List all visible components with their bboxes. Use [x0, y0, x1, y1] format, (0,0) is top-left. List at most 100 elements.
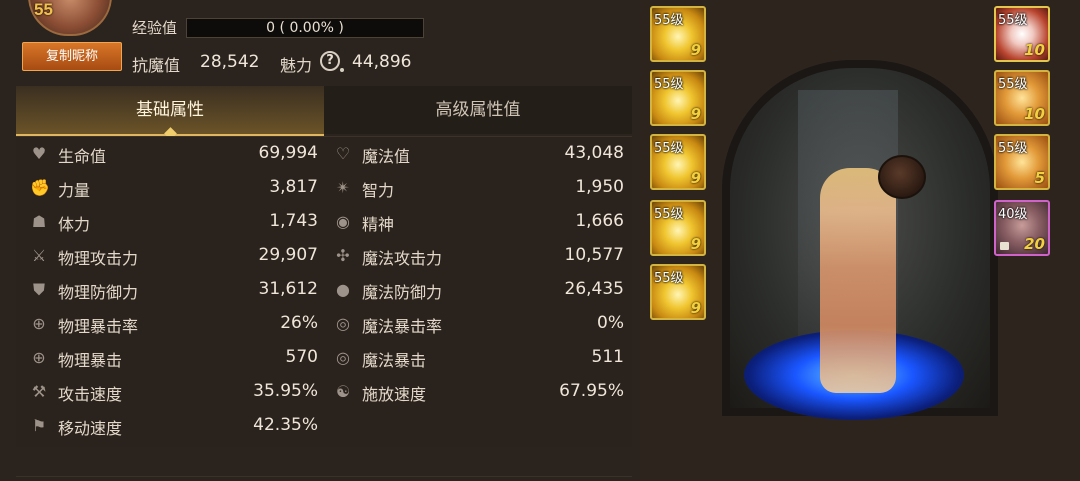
body-icon: ☗ — [31, 212, 47, 231]
fist-icon: ✊ — [30, 178, 50, 197]
item-level: 55级 — [654, 13, 684, 28]
equipment-slot[interactable]: 55级 9 — [650, 70, 706, 126]
stat-magic-defense: ● 魔法防御力 26,435 — [320, 273, 624, 307]
equipment-slot[interactable]: 55级 10 — [994, 70, 1050, 126]
stat-value: 26,435 — [564, 279, 624, 299]
stat-label: 施放速度 — [362, 385, 427, 404]
stat-value: 1,743 — [269, 211, 318, 231]
shield-icon: ⛊ — [32, 280, 45, 299]
stat-value: 10,577 — [564, 245, 624, 265]
item-level: 40级 — [998, 207, 1028, 222]
help-dot-icon — [340, 68, 344, 72]
stat-move-speed: ⚑ 移动速度 42.35% — [16, 409, 318, 443]
equipment-slot[interactable]: 55级 9 — [650, 6, 706, 62]
item-level: 55级 — [654, 207, 684, 222]
character-preview-panel: 55级 9 55级 9 55级 9 55级 9 55级 9 55级 10 55级… — [640, 0, 1080, 481]
equipment-slot[interactable]: 40级 20 — [994, 200, 1050, 256]
tab-advanced-stats[interactable]: 高级属性值 — [324, 86, 632, 134]
item-enhance: 9 — [690, 235, 701, 253]
charm-label: 魅力 — [280, 56, 313, 75]
item-level: 55级 — [654, 141, 684, 156]
pet-companion[interactable] — [878, 155, 926, 199]
stat-vitality: ☗ 体力 1,743 — [16, 205, 318, 239]
stat-label: 魔法防御力 — [362, 283, 443, 302]
stat-physical-crit: ⊕ 物理暴击 570 — [16, 341, 318, 375]
equipment-slot[interactable]: 55级 5 — [994, 134, 1050, 190]
stat-hp: ♥ 生命值 69,994 — [16, 137, 318, 171]
heart-outline-icon: ♡ — [335, 144, 351, 163]
item-enhance: 5 — [1034, 169, 1045, 187]
cast-speed-icon: ☯ — [335, 382, 351, 401]
stat-physical-attack: ⚔ 物理攻击力 29,907 — [16, 239, 318, 273]
stat-label: 魔法攻击力 — [362, 249, 443, 268]
item-enhance: 10 — [1024, 41, 1045, 59]
stat-label: 精神 — [362, 215, 395, 234]
copy-nickname-button[interactable]: 复制昵称 — [22, 42, 122, 71]
item-level: 55级 — [998, 77, 1028, 92]
help-icon[interactable]: ? — [320, 51, 340, 71]
stat-value: 0% — [597, 313, 624, 333]
stat-label: 攻击速度 — [58, 385, 123, 404]
stat-attack-speed: ⚒ 攻击速度 35.95% — [16, 375, 318, 409]
stat-label: 物理攻击力 — [58, 249, 139, 268]
stat-magic-attack: ✣ 魔法攻击力 10,577 — [320, 239, 624, 273]
stats-tabs: 基础属性 高级属性值 — [16, 86, 632, 136]
crosshair-icon: ⊕ — [32, 314, 46, 333]
stat-value: 570 — [285, 347, 318, 367]
charm-value: 44,896 — [352, 52, 412, 72]
equipment-slot[interactable]: 55级 9 — [650, 200, 706, 256]
stat-value: 35.95% — [253, 381, 318, 401]
heart-icon: ♥ — [31, 144, 47, 163]
magic-attack-icon: ✣ — [336, 246, 350, 265]
character-stats-panel: 55 复制昵称 经验值 0 ( 0.00% ) 抗魔值 28,542 魅力 ? … — [0, 0, 640, 481]
boot-icon: ⚑ — [31, 416, 47, 435]
item-enhance: 10 — [1024, 105, 1045, 123]
equipment-slot[interactable]: 55级 9 — [650, 134, 706, 190]
stat-label: 体力 — [58, 215, 91, 234]
stat-label: 物理防御力 — [58, 283, 139, 302]
exp-bar: 0 ( 0.00% ) — [186, 18, 424, 38]
equipment-slot[interactable]: 55级 10 — [994, 6, 1050, 62]
stat-magic-crit: ◎ 魔法暴击 511 — [320, 341, 624, 375]
profile-header: 55 复制昵称 经验值 0 ( 0.00% ) 抗魔值 28,542 魅力 ? … — [0, 0, 640, 84]
stat-label: 力量 — [58, 181, 91, 200]
stat-value: 42.35% — [253, 415, 318, 435]
stat-value: 31,612 — [258, 279, 318, 299]
sword-icon: ⚔ — [31, 246, 47, 265]
stat-label: 魔法暴击 — [362, 351, 427, 370]
stat-label: 智力 — [362, 181, 395, 200]
attack-speed-icon: ⚒ — [31, 382, 47, 401]
magic-crit-icon: ◎ — [336, 314, 350, 333]
stat-value: 511 — [591, 347, 624, 367]
stat-label: 生命值 — [58, 147, 107, 166]
stat-value: 69,994 — [258, 143, 318, 163]
character-model[interactable] — [820, 168, 896, 393]
stat-label: 物理暴击率 — [58, 317, 139, 336]
item-enhance: 9 — [690, 299, 701, 317]
crosshair-icon: ⊕ — [32, 348, 46, 367]
magic-crit-icon: ◎ — [336, 348, 350, 367]
stat-value: 26% — [280, 313, 318, 333]
magic-defense-icon: ● — [336, 280, 350, 299]
item-enhance: 9 — [690, 41, 701, 59]
stat-mp: ♡ 魔法值 43,048 — [320, 137, 624, 171]
magic-resist-value: 28,542 — [200, 52, 260, 72]
lock-icon — [1000, 242, 1009, 250]
item-enhance: 9 — [690, 105, 701, 123]
item-enhance: 9 — [690, 169, 701, 187]
bottom-divider — [16, 476, 632, 477]
item-level: 55级 — [654, 77, 684, 92]
stat-value: 67.95% — [559, 381, 624, 401]
spirit-icon: ◉ — [336, 212, 350, 231]
stat-physical-defense: ⛊ 物理防御力 31,612 — [16, 273, 318, 307]
equipment-slot[interactable]: 55级 9 — [650, 264, 706, 320]
level-badge: 55 — [34, 0, 53, 19]
item-level: 55级 — [998, 141, 1028, 156]
stat-cast-speed: ☯ 施放速度 67.95% — [320, 375, 624, 409]
stat-label: 魔法暴击率 — [362, 317, 443, 336]
stat-value: 29,907 — [258, 245, 318, 265]
stat-value: 43,048 — [564, 143, 624, 163]
stat-label: 魔法值 — [362, 147, 411, 166]
stat-value: 1,950 — [575, 177, 624, 197]
stat-value: 1,666 — [575, 211, 624, 231]
